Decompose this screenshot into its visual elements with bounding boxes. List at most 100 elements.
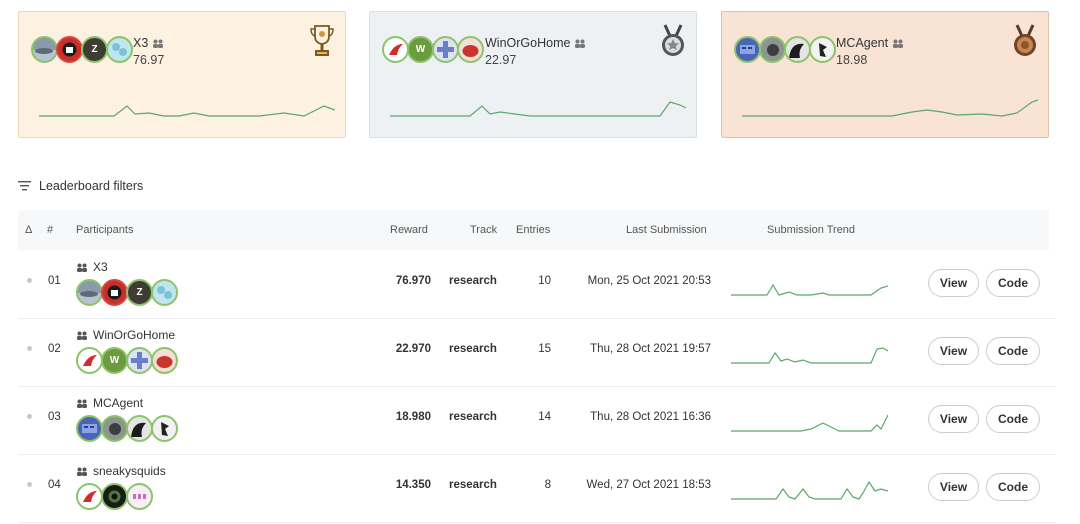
avatar <box>432 36 459 63</box>
team-name[interactable]: X3 <box>76 260 108 274</box>
rank-change-dot <box>27 482 32 487</box>
avatar <box>759 36 786 63</box>
last-submission: Mon, 25 Oct 2021 20:53 <box>587 275 711 287</box>
silver-medal-icon <box>662 24 684 56</box>
rank-number: 02 <box>48 343 61 355</box>
last-submission: Thu, 28 Oct 2021 19:57 <box>590 343 711 355</box>
avatar: W <box>407 36 434 63</box>
track-value: research <box>449 275 497 287</box>
header-submission-trend: Submission Trend <box>767 224 856 236</box>
team-name[interactable]: MCAgent <box>836 36 904 50</box>
gold-trophy-icon <box>310 25 334 56</box>
team-icon <box>77 399 87 408</box>
rank-number: 03 <box>48 411 61 423</box>
trend-sparkline <box>731 480 888 500</box>
avatar <box>56 36 83 63</box>
view-button[interactable]: View <box>928 269 979 297</box>
avatar[interactable] <box>151 279 178 306</box>
team-score: 18.98 <box>836 53 868 67</box>
team-icon <box>77 467 87 476</box>
team-avatars: W <box>382 36 484 63</box>
code-button[interactable]: Code <box>986 405 1040 433</box>
avatar[interactable] <box>76 347 103 374</box>
code-button[interactable]: Code <box>986 269 1040 297</box>
avatar[interactable] <box>101 279 128 306</box>
header-last-submission: Last Submission <box>626 224 707 236</box>
avatar[interactable] <box>126 415 153 442</box>
team-name[interactable]: MCAgent <box>76 396 143 410</box>
trend-sparkline <box>390 101 686 117</box>
avatar[interactable] <box>101 483 128 510</box>
table-row: 03 MCAgent 18.980 research 14 Thu, 28 Oc… <box>18 387 1056 455</box>
team-avatars <box>76 415 178 442</box>
avatar: Z <box>81 36 108 63</box>
table-row: 04 sneakysquids 14.350 research 8 Wed, 2… <box>18 455 1056 523</box>
avatar[interactable] <box>126 483 153 510</box>
avatar[interactable] <box>76 415 103 442</box>
header-rank: # <box>47 224 54 236</box>
header-track: Track <box>470 224 498 236</box>
trend-sparkline <box>39 105 335 117</box>
track-value: research <box>449 411 497 423</box>
avatar[interactable] <box>126 347 153 374</box>
trend-sparkline <box>742 99 1038 117</box>
podium-card-bronze[interactable]: MCAgent 18.98 <box>721 11 1049 138</box>
podium-card-silver[interactable]: W WinOrGoHome 22.97 <box>369 11 697 138</box>
rank-number: 04 <box>48 479 61 491</box>
avatar[interactable]: W <box>101 347 128 374</box>
view-button[interactable]: View <box>928 337 979 365</box>
avatar[interactable] <box>151 415 178 442</box>
team-avatars: Z <box>31 36 133 63</box>
code-button[interactable]: Code <box>986 337 1040 365</box>
rank-change-dot <box>27 278 32 283</box>
team-name[interactable]: sneakysquids <box>76 464 166 478</box>
avatar <box>31 36 58 63</box>
entries-value: 8 <box>544 479 551 491</box>
view-button[interactable]: View <box>928 473 979 501</box>
avatar <box>457 36 484 63</box>
track-value: research <box>449 343 497 355</box>
avatar[interactable] <box>76 279 103 306</box>
header-participants: Participants <box>76 224 134 236</box>
leaderboard-filters-toggle[interactable]: Leaderboard filters <box>18 179 143 193</box>
team-avatars: W <box>76 347 178 374</box>
header-reward: Reward <box>390 224 428 236</box>
entries-value: 15 <box>538 343 551 355</box>
team-name[interactable]: X3 <box>133 36 164 50</box>
team-score: 22.97 <box>485 53 517 67</box>
team-icon <box>153 39 164 48</box>
trend-sparkline <box>731 347 888 364</box>
team-icon <box>77 331 87 340</box>
avatar <box>382 36 409 63</box>
avatar <box>734 36 761 63</box>
bronze-medal-icon <box>1014 24 1036 56</box>
team-avatars <box>734 36 836 63</box>
reward-value: 76.970 <box>395 275 431 287</box>
podium-card-gold[interactable]: Z X3 76.97 <box>18 11 346 138</box>
team-icon <box>575 39 586 48</box>
reward-value: 18.980 <box>395 411 431 423</box>
trend-sparkline <box>731 414 888 432</box>
team-icon <box>893 39 904 48</box>
code-button[interactable]: Code <box>986 473 1040 501</box>
avatar[interactable] <box>151 347 178 374</box>
reward-value: 22.970 <box>395 343 431 355</box>
avatar[interactable] <box>76 483 103 510</box>
team-avatars: Z <box>76 279 178 306</box>
trend-sparkline <box>731 283 888 296</box>
team-score: 76.97 <box>133 53 165 67</box>
rank-change-dot <box>27 346 32 351</box>
filters-label: Leaderboard filters <box>39 179 144 193</box>
table-header: Δ # Participants Reward Track Entries La… <box>18 210 1049 250</box>
team-name[interactable]: WinOrGoHome <box>76 328 175 342</box>
team-name[interactable]: WinOrGoHome <box>485 36 586 50</box>
avatar <box>784 36 811 63</box>
entries-value: 14 <box>538 411 551 423</box>
rank-number: 01 <box>48 275 61 287</box>
rank-change-dot <box>27 414 32 419</box>
avatar[interactable]: Z <box>126 279 153 306</box>
table-row: 01 X3 Z 76.970 research 10 Mon, 25 Oct 2… <box>18 251 1056 319</box>
view-button[interactable]: View <box>928 405 979 433</box>
avatar[interactable] <box>101 415 128 442</box>
team-avatars <box>76 483 153 510</box>
